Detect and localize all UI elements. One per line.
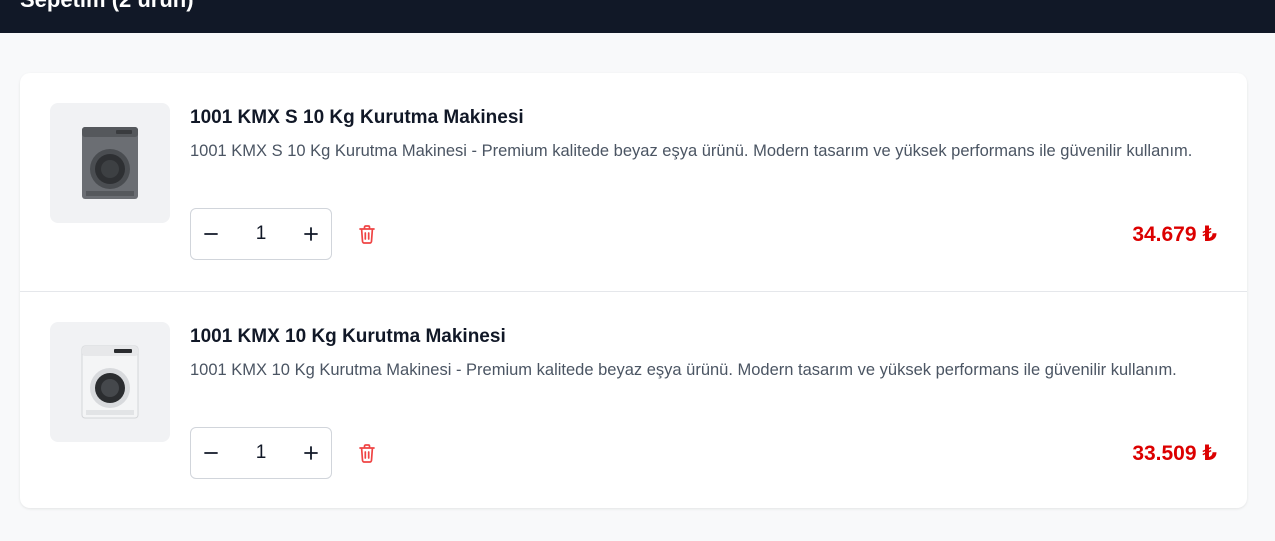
product-price: 34.679 ₺ <box>1132 223 1217 246</box>
dryer-dark-grey-icon <box>82 127 138 199</box>
product-name[interactable]: 1001 KMX S 10 Kg Kurutma Makinesi <box>190 107 524 129</box>
quantity-stepper: 1 <box>190 427 332 479</box>
decrement-button[interactable] <box>191 428 231 478</box>
minus-icon <box>204 233 218 235</box>
plus-icon <box>304 446 318 460</box>
plus-icon <box>304 227 318 241</box>
product-name[interactable]: 1001 KMX 10 Kg Kurutma Makinesi <box>190 326 506 348</box>
trash-icon <box>359 225 375 244</box>
top-bar: Sepetim (2 ürün) <box>0 0 1275 33</box>
product-image[interactable] <box>50 103 170 223</box>
remove-item-button[interactable] <box>356 223 378 245</box>
increment-button[interactable] <box>291 428 331 478</box>
quantity-value: 1 <box>255 442 267 463</box>
product-price: 33.509 ₺ <box>1132 442 1217 465</box>
product-description: 1001 KMX S 10 Kg Kurutma Makinesi - Prem… <box>190 142 1193 160</box>
decrement-button[interactable] <box>191 209 231 259</box>
trash-icon <box>359 444 375 463</box>
remove-item-button[interactable] <box>356 442 378 464</box>
dryer-white-icon <box>81 345 139 419</box>
quantity-value: 1 <box>255 223 267 244</box>
quantity-stepper: 1 <box>190 208 332 260</box>
increment-button[interactable] <box>291 209 331 259</box>
page-title: Sepetim (2 ürün) <box>20 0 194 13</box>
product-image[interactable] <box>50 322 170 442</box>
cart-list: 1001 KMX S 10 Kg Kurutma Makinesi 1001 K… <box>20 73 1247 508</box>
cart-item: 1001 KMX S 10 Kg Kurutma Makinesi 1001 K… <box>20 73 1247 291</box>
cart-item: 1001 KMX 10 Kg Kurutma Makinesi 1001 KMX… <box>20 291 1247 509</box>
product-description: 1001 KMX 10 Kg Kurutma Makinesi - Premiu… <box>190 361 1177 379</box>
minus-icon <box>204 452 218 454</box>
